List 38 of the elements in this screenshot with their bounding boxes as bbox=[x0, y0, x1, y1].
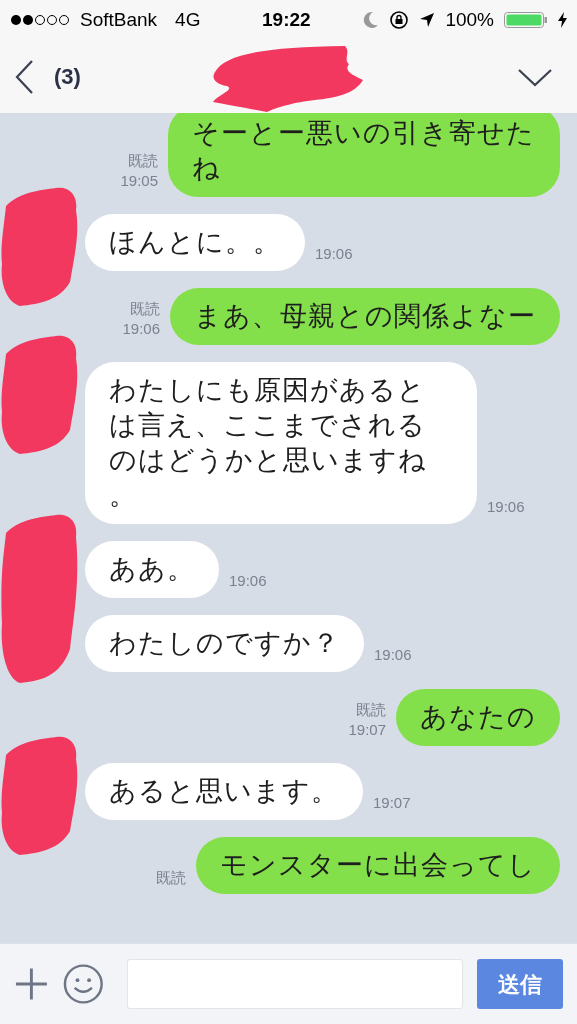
back-icon[interactable] bbox=[14, 58, 34, 95]
message-bubble: まあ、母親との関係よなー bbox=[170, 288, 560, 345]
clock-time: 19:22 bbox=[262, 7, 311, 32]
signal-icon bbox=[10, 14, 72, 26]
read-receipt: 既読 bbox=[128, 151, 158, 171]
carrier-name: SoftBank bbox=[80, 7, 158, 32]
location-arrow-icon bbox=[419, 12, 436, 28]
message-time: 19:06 bbox=[487, 496, 525, 517]
plus-icon[interactable] bbox=[14, 966, 49, 1002]
battery-percentage: 100% bbox=[445, 7, 494, 32]
unread-count[interactable]: (3) bbox=[54, 60, 81, 93]
message-bubble: わたしにも原因があるとは言え、ここまでされるのはどうかと思いますね。 bbox=[85, 362, 477, 524]
message-bubble: ああ。 bbox=[85, 541, 219, 598]
message-time: 19:07 bbox=[373, 792, 411, 813]
read-receipt: 既読 bbox=[156, 868, 186, 888]
moon-icon bbox=[363, 11, 380, 29]
emoji-icon[interactable] bbox=[62, 963, 104, 1005]
message-time: 19:06 bbox=[229, 570, 267, 591]
battery-icon bbox=[504, 11, 548, 29]
rotation-lock-icon bbox=[389, 10, 410, 30]
message-bubble: ほんとに。。 bbox=[85, 214, 305, 271]
message-bubble: そーとー悪いの引き寄せたね bbox=[168, 113, 560, 197]
message-time: 19:06 bbox=[374, 644, 412, 665]
read-receipt: 既読 bbox=[356, 700, 386, 720]
message-time: 19:05 bbox=[120, 171, 158, 191]
dropdown-chevron-icon[interactable] bbox=[517, 66, 553, 87]
message-time: 19:06 bbox=[122, 319, 160, 339]
message-bubble: わたしのですか？ bbox=[85, 615, 364, 672]
message-input[interactable] bbox=[127, 959, 463, 1009]
message-bubble: あると思います。 bbox=[85, 763, 363, 820]
read-receipt: 既読 bbox=[130, 299, 160, 319]
message-time: 19:07 bbox=[348, 720, 386, 740]
charging-bolt-icon bbox=[558, 12, 567, 28]
message-time: 19:06 bbox=[315, 243, 353, 264]
message-bubble: あなたの bbox=[396, 689, 560, 746]
network-type: 4G bbox=[175, 7, 201, 32]
message-bubble: モンスターに出会ってし bbox=[196, 837, 560, 894]
send-button[interactable]: 送信 bbox=[476, 959, 563, 1009]
